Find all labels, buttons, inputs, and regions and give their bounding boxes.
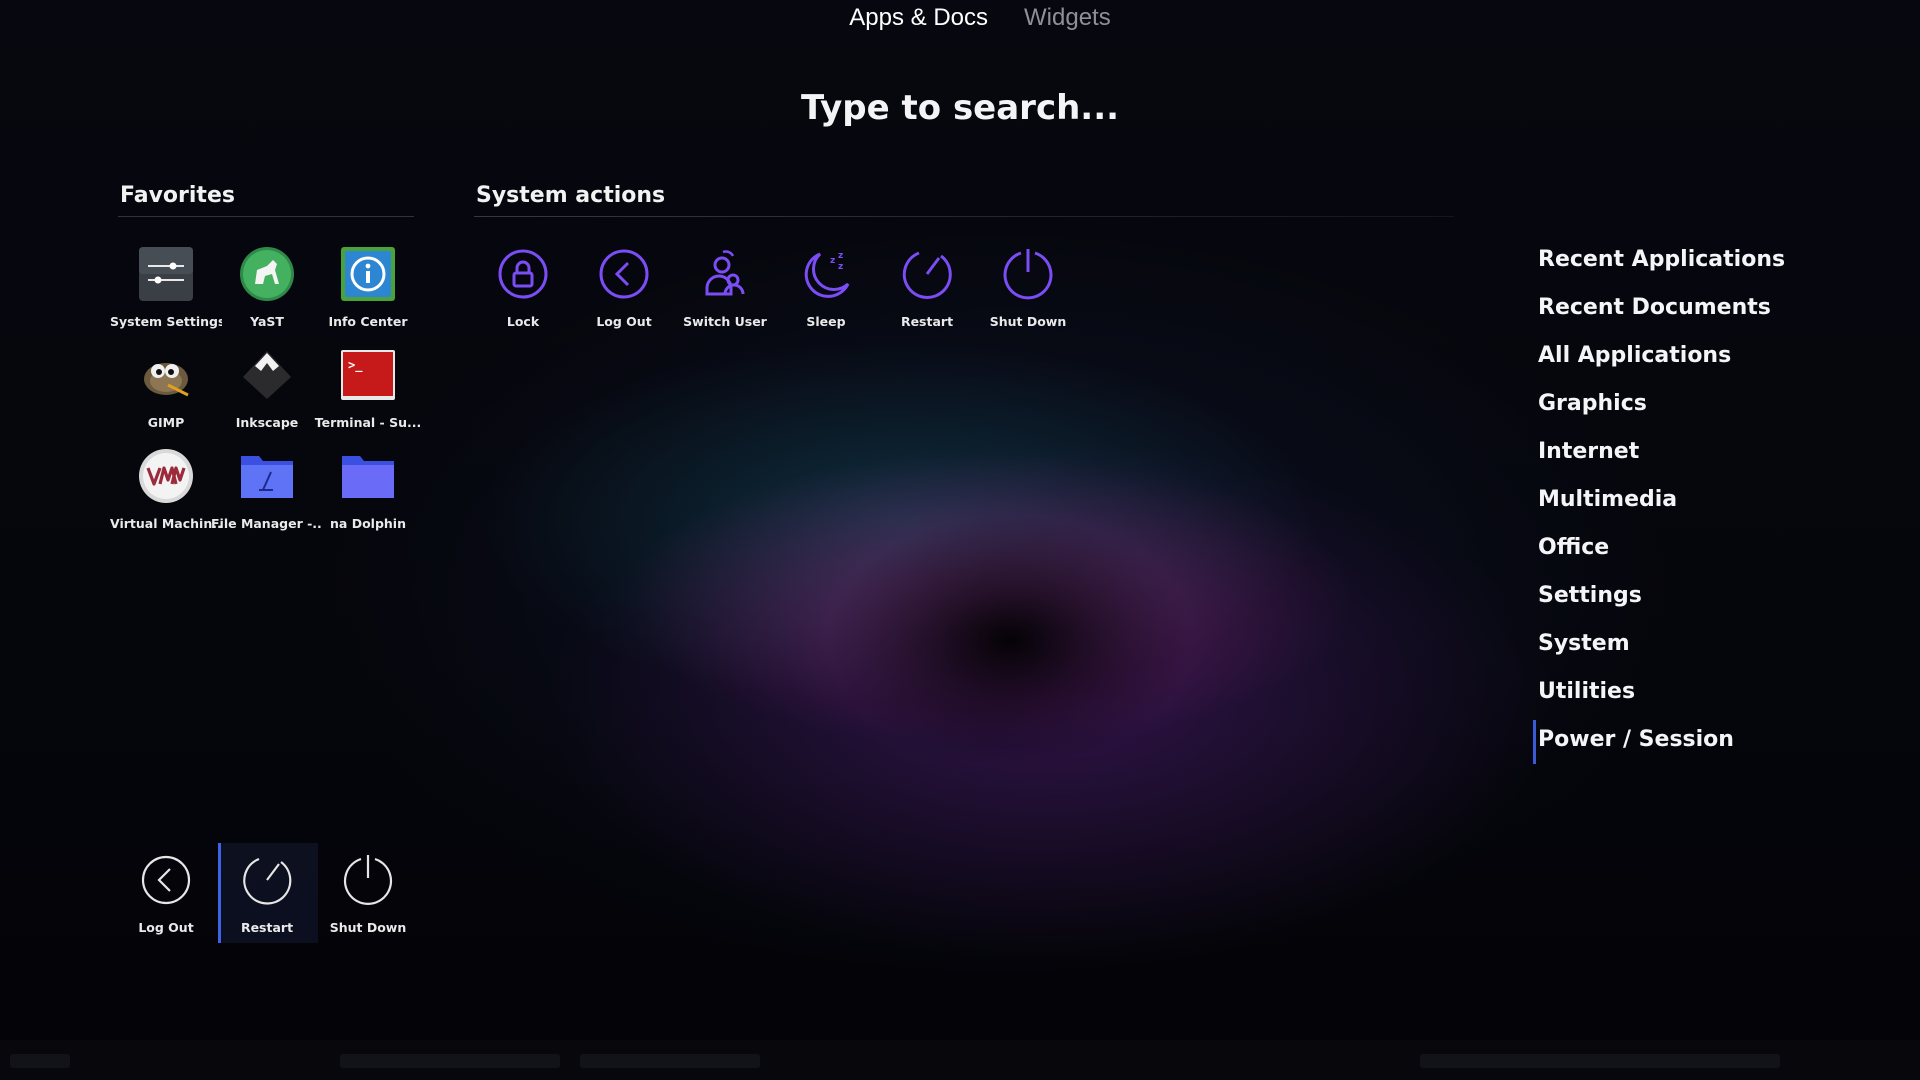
action-label: Log Out xyxy=(596,314,652,329)
category-system[interactable]: System xyxy=(1538,624,1785,672)
sleep-icon: z z z xyxy=(804,251,850,298)
favorite-label: Inkscape xyxy=(235,415,299,430)
restart-icon xyxy=(243,857,292,905)
shut-down-icon xyxy=(343,855,393,905)
action-label: Restart xyxy=(900,314,954,329)
favorite-dolphin[interactable]: na Dolphin xyxy=(318,448,418,546)
virtual-machine-icon xyxy=(139,449,193,503)
favorites-title: Favorites xyxy=(120,183,235,208)
shut-down-icon xyxy=(1003,249,1053,300)
action-shut-down[interactable]: Shut Down xyxy=(978,246,1078,344)
favorite-info-center[interactable]: Info Center xyxy=(318,246,418,344)
action-label: Switch User xyxy=(683,314,767,329)
category-list: Recent Applications Recent Documents All… xyxy=(1532,240,1785,768)
launcher-tabs: Apps & Docs Widgets xyxy=(0,0,1920,40)
session-buttons: Log Out Restart Shut Down xyxy=(0,0,406,943)
favorite-label: GIMP xyxy=(147,415,185,430)
category-recent-documents[interactable]: Recent Documents xyxy=(1538,288,1785,336)
favorite-gimp[interactable]: GIMP xyxy=(116,347,216,445)
category-all-applications[interactable]: All Applications xyxy=(1538,336,1785,384)
log-out-icon xyxy=(141,855,191,905)
action-label: Lock xyxy=(506,314,540,329)
category-graphics[interactable]: Graphics xyxy=(1538,384,1785,432)
system-actions-title: System actions xyxy=(476,183,666,208)
favorites-divider xyxy=(118,216,414,217)
taskbar-item xyxy=(1420,1054,1780,1068)
category-internet[interactable]: Internet xyxy=(1538,432,1785,480)
svg-text:z: z xyxy=(838,262,843,272)
tab-apps-docs[interactable]: Apps & Docs xyxy=(849,0,988,40)
favorite-file-manager[interactable]: File Manager -... xyxy=(211,448,323,546)
favorite-inkscape[interactable]: Inkscape xyxy=(217,347,317,445)
category-power-session[interactable]: Power / Session xyxy=(1532,720,1785,768)
session-restart-button[interactable]: Restart xyxy=(217,852,317,950)
taskbar-item xyxy=(340,1054,560,1068)
favorite-label: System Settings xyxy=(110,314,222,329)
taskbar-item xyxy=(580,1054,760,1068)
dolphin-folder-icon xyxy=(342,456,394,498)
category-office[interactable]: Office xyxy=(1538,528,1785,576)
system-settings-icon xyxy=(139,247,193,301)
action-lock[interactable]: Lock xyxy=(473,246,573,344)
favorite-system-settings[interactable]: System Settings xyxy=(110,246,222,344)
info-center-icon xyxy=(341,247,395,301)
tab-widgets[interactable]: Widgets xyxy=(1024,0,1111,40)
favorite-virtual-machine[interactable]: Virtual Machin... xyxy=(110,448,222,546)
search-field[interactable]: Type to search... xyxy=(0,88,1920,128)
favorite-terminal[interactable]: >_ Terminal - Su... xyxy=(315,347,421,445)
taskbar-item xyxy=(10,1054,70,1068)
favorite-yast[interactable]: YaST xyxy=(217,246,317,344)
action-label: Sleep xyxy=(806,314,846,329)
system-actions-divider xyxy=(474,216,1454,217)
svg-text:z: z xyxy=(830,256,835,266)
session-label: Log Out xyxy=(138,920,194,935)
action-sleep[interactable]: z z z Sleep xyxy=(776,246,876,344)
terminal-icon: >_ xyxy=(341,350,395,400)
category-settings[interactable]: Settings xyxy=(1538,576,1785,624)
action-label: Shut Down xyxy=(989,314,1067,329)
favorite-label: Info Center xyxy=(328,314,408,329)
action-restart[interactable]: Restart xyxy=(877,246,977,344)
restart-icon xyxy=(902,251,952,299)
svg-text:>_: >_ xyxy=(348,358,363,373)
session-label: Shut Down xyxy=(329,920,407,935)
favorite-label: Terminal - Su... xyxy=(314,415,422,430)
favorite-label: File Manager -... xyxy=(211,516,323,531)
session-log-out-button[interactable]: Log Out xyxy=(116,852,216,950)
taskbar-background xyxy=(0,1040,1920,1080)
session-shut-down-button[interactable]: Shut Down xyxy=(318,852,418,950)
session-label: Restart xyxy=(240,920,294,935)
gimp-icon xyxy=(144,363,189,397)
launcher-screen: Apps & Docs Widgets Type to search... Fa… xyxy=(0,0,1920,1080)
file-manager-folder-icon xyxy=(241,456,293,498)
svg-text:z: z xyxy=(838,251,843,261)
yast-icon xyxy=(240,247,294,301)
category-recent-applications[interactable]: Recent Applications xyxy=(1538,240,1785,288)
favorite-label: na Dolphin xyxy=(330,516,406,531)
lock-icon xyxy=(498,249,548,299)
action-switch-user[interactable]: Switch User xyxy=(675,246,775,344)
category-utilities[interactable]: Utilities xyxy=(1538,672,1785,720)
category-multimedia[interactable]: Multimedia xyxy=(1538,480,1785,528)
favorite-label: YaST xyxy=(250,314,284,329)
action-log-out[interactable]: Log Out xyxy=(574,246,674,344)
favorite-label: Virtual Machin... xyxy=(110,516,222,531)
switch-user-icon xyxy=(705,250,745,296)
log-out-icon xyxy=(599,249,649,299)
inkscape-icon xyxy=(243,351,291,399)
